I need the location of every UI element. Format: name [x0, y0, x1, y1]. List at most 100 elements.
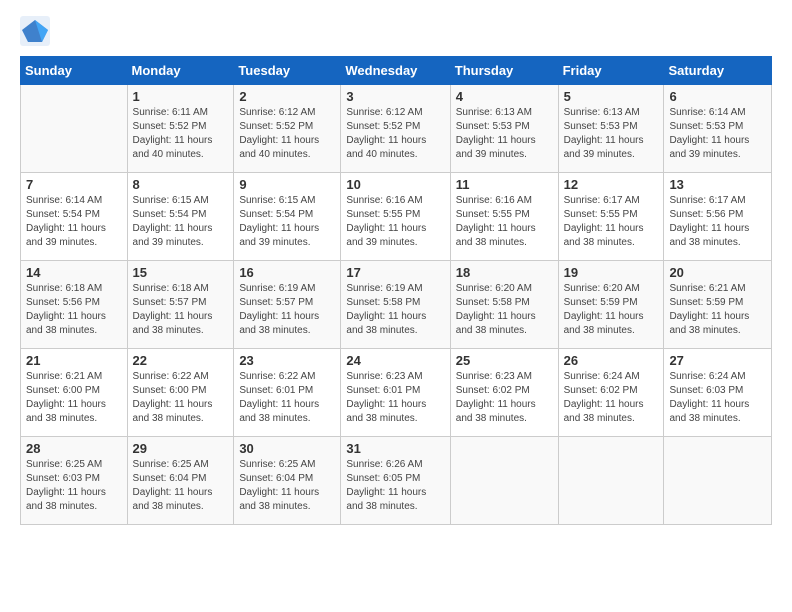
- day-number: 24: [346, 353, 444, 368]
- day-info: Sunrise: 6:19 AM Sunset: 5:58 PM Dayligh…: [346, 282, 444, 338]
- day-number: 3: [346, 89, 444, 104]
- day-number: 19: [564, 265, 659, 280]
- day-cell: 6 Sunrise: 6:14 AM Sunset: 5:53 PM Daylig…: [664, 85, 772, 173]
- day-cell: 4 Sunrise: 6:13 AM Sunset: 5:53 PM Daylig…: [450, 85, 558, 173]
- week-row-4: 21 Sunrise: 6:21 AM Sunset: 6:00 PM Dayli…: [21, 349, 772, 437]
- day-number: 7: [26, 177, 122, 192]
- weekday-header-sunday: Sunday: [21, 57, 128, 85]
- day-number: 6: [669, 89, 766, 104]
- week-row-1: 1 Sunrise: 6:11 AM Sunset: 5:52 PM Daylig…: [21, 85, 772, 173]
- day-cell: 14 Sunrise: 6:18 AM Sunset: 5:56 PM Dayli…: [21, 261, 128, 349]
- page: SundayMondayTuesdayWednesdayThursdayFrid…: [0, 0, 792, 612]
- day-cell: 27Sunrise: 6:24 AM Sunset: 6:03 PM Dayli…: [664, 349, 772, 437]
- day-info: Sunrise: 6:25 AM Sunset: 6:04 PM Dayligh…: [239, 458, 335, 514]
- day-cell: 25 Sunrise: 6:23 AM Sunset: 6:02 PM Dayli…: [450, 349, 558, 437]
- logo: [20, 16, 54, 46]
- day-cell: 18Sunrise: 6:20 AM Sunset: 5:58 PM Dayli…: [450, 261, 558, 349]
- week-row-2: 7Sunrise: 6:14 AM Sunset: 5:54 PM Daylig…: [21, 173, 772, 261]
- day-info: Sunrise: 6:14 AM Sunset: 5:53 PM Dayligh…: [669, 106, 766, 162]
- day-info: Sunrise: 6:25 AM Sunset: 6:04 PM Dayligh…: [133, 458, 229, 514]
- day-number: 11: [456, 177, 553, 192]
- day-cell: 21 Sunrise: 6:21 AM Sunset: 6:00 PM Dayli…: [21, 349, 128, 437]
- day-info: Sunrise: 6:23 AM Sunset: 6:02 PM Dayligh…: [456, 370, 553, 426]
- day-info: Sunrise: 6:20 AM Sunset: 5:59 PM Dayligh…: [564, 282, 659, 338]
- day-cell: 16Sunrise: 6:19 AM Sunset: 5:57 PM Dayli…: [234, 261, 341, 349]
- day-cell: [558, 437, 664, 525]
- weekday-header-friday: Friday: [558, 57, 664, 85]
- weekday-header-monday: Monday: [127, 57, 234, 85]
- day-number: 10: [346, 177, 444, 192]
- day-cell: 22Sunrise: 6:22 AM Sunset: 6:00 PM Dayli…: [127, 349, 234, 437]
- day-number: 13: [669, 177, 766, 192]
- day-number: 9: [239, 177, 335, 192]
- day-info: Sunrise: 6:15 AM Sunset: 5:54 PM Dayligh…: [239, 194, 335, 250]
- day-info: Sunrise: 6:12 AM Sunset: 5:52 PM Dayligh…: [239, 106, 335, 162]
- weekday-header-tuesday: Tuesday: [234, 57, 341, 85]
- day-cell: 9 Sunrise: 6:15 AM Sunset: 5:54 PM Daylig…: [234, 173, 341, 261]
- day-info: Sunrise: 6:22 AM Sunset: 6:00 PM Dayligh…: [133, 370, 229, 426]
- logo-icon: [20, 16, 50, 46]
- day-cell: 3 Sunrise: 6:12 AM Sunset: 5:52 PM Daylig…: [341, 85, 450, 173]
- calendar: SundayMondayTuesdayWednesdayThursdayFrid…: [20, 56, 772, 525]
- day-cell: [664, 437, 772, 525]
- day-cell: 30 Sunrise: 6:25 AM Sunset: 6:04 PM Dayli…: [234, 437, 341, 525]
- weekday-header-thursday: Thursday: [450, 57, 558, 85]
- day-info: Sunrise: 6:16 AM Sunset: 5:55 PM Dayligh…: [346, 194, 444, 250]
- day-number: 20: [669, 265, 766, 280]
- day-info: Sunrise: 6:25 AM Sunset: 6:03 PM Dayligh…: [26, 458, 122, 514]
- day-cell: 20 Sunrise: 6:21 AM Sunset: 5:59 PM Dayli…: [664, 261, 772, 349]
- day-cell: 12Sunrise: 6:17 AM Sunset: 5:55 PM Dayli…: [558, 173, 664, 261]
- weekday-header-wednesday: Wednesday: [341, 57, 450, 85]
- day-info: Sunrise: 6:21 AM Sunset: 6:00 PM Dayligh…: [26, 370, 122, 426]
- day-number: 21: [26, 353, 122, 368]
- week-row-5: 28 Sunrise: 6:25 AM Sunset: 6:03 PM Dayli…: [21, 437, 772, 525]
- day-info: Sunrise: 6:16 AM Sunset: 5:55 PM Dayligh…: [456, 194, 553, 250]
- day-info: Sunrise: 6:17 AM Sunset: 5:55 PM Dayligh…: [564, 194, 659, 250]
- day-number: 30: [239, 441, 335, 456]
- day-cell: 8 Sunrise: 6:15 AM Sunset: 5:54 PM Daylig…: [127, 173, 234, 261]
- day-number: 1: [133, 89, 229, 104]
- day-cell: 1 Sunrise: 6:11 AM Sunset: 5:52 PM Daylig…: [127, 85, 234, 173]
- day-info: Sunrise: 6:13 AM Sunset: 5:53 PM Dayligh…: [564, 106, 659, 162]
- day-cell: 7Sunrise: 6:14 AM Sunset: 5:54 PM Daylig…: [21, 173, 128, 261]
- weekday-header-row: SundayMondayTuesdayWednesdayThursdayFrid…: [21, 57, 772, 85]
- day-info: Sunrise: 6:26 AM Sunset: 6:05 PM Dayligh…: [346, 458, 444, 514]
- day-cell: 17Sunrise: 6:19 AM Sunset: 5:58 PM Dayli…: [341, 261, 450, 349]
- day-number: 15: [133, 265, 229, 280]
- day-number: 28: [26, 441, 122, 456]
- day-number: 31: [346, 441, 444, 456]
- day-cell: 26Sunrise: 6:24 AM Sunset: 6:02 PM Dayli…: [558, 349, 664, 437]
- day-cell: [450, 437, 558, 525]
- day-cell: 15Sunrise: 6:18 AM Sunset: 5:57 PM Dayli…: [127, 261, 234, 349]
- day-number: 23: [239, 353, 335, 368]
- day-info: Sunrise: 6:23 AM Sunset: 6:01 PM Dayligh…: [346, 370, 444, 426]
- day-cell: 13 Sunrise: 6:17 AM Sunset: 5:56 PM Dayli…: [664, 173, 772, 261]
- day-number: 14: [26, 265, 122, 280]
- day-number: 4: [456, 89, 553, 104]
- day-info: Sunrise: 6:12 AM Sunset: 5:52 PM Dayligh…: [346, 106, 444, 162]
- day-cell: 31 Sunrise: 6:26 AM Sunset: 6:05 PM Dayli…: [341, 437, 450, 525]
- day-info: Sunrise: 6:24 AM Sunset: 6:02 PM Dayligh…: [564, 370, 659, 426]
- day-info: Sunrise: 6:24 AM Sunset: 6:03 PM Dayligh…: [669, 370, 766, 426]
- header: [20, 16, 772, 46]
- day-info: Sunrise: 6:15 AM Sunset: 5:54 PM Dayligh…: [133, 194, 229, 250]
- day-cell: 24 Sunrise: 6:23 AM Sunset: 6:01 PM Dayli…: [341, 349, 450, 437]
- day-info: Sunrise: 6:13 AM Sunset: 5:53 PM Dayligh…: [456, 106, 553, 162]
- day-cell: 23Sunrise: 6:22 AM Sunset: 6:01 PM Dayli…: [234, 349, 341, 437]
- day-cell: 19 Sunrise: 6:20 AM Sunset: 5:59 PM Dayli…: [558, 261, 664, 349]
- day-number: 8: [133, 177, 229, 192]
- day-info: Sunrise: 6:18 AM Sunset: 5:56 PM Dayligh…: [26, 282, 122, 338]
- day-cell: 28 Sunrise: 6:25 AM Sunset: 6:03 PM Dayli…: [21, 437, 128, 525]
- day-info: Sunrise: 6:17 AM Sunset: 5:56 PM Dayligh…: [669, 194, 766, 250]
- day-info: Sunrise: 6:21 AM Sunset: 5:59 PM Dayligh…: [669, 282, 766, 338]
- day-number: 25: [456, 353, 553, 368]
- day-cell: 11 Sunrise: 6:16 AM Sunset: 5:55 PM Dayli…: [450, 173, 558, 261]
- day-number: 5: [564, 89, 659, 104]
- day-number: 2: [239, 89, 335, 104]
- day-info: Sunrise: 6:20 AM Sunset: 5:58 PM Dayligh…: [456, 282, 553, 338]
- day-info: Sunrise: 6:11 AM Sunset: 5:52 PM Dayligh…: [133, 106, 229, 162]
- day-cell: [21, 85, 128, 173]
- day-cell: 29Sunrise: 6:25 AM Sunset: 6:04 PM Dayli…: [127, 437, 234, 525]
- day-cell: 5 Sunrise: 6:13 AM Sunset: 5:53 PM Daylig…: [558, 85, 664, 173]
- day-info: Sunrise: 6:19 AM Sunset: 5:57 PM Dayligh…: [239, 282, 335, 338]
